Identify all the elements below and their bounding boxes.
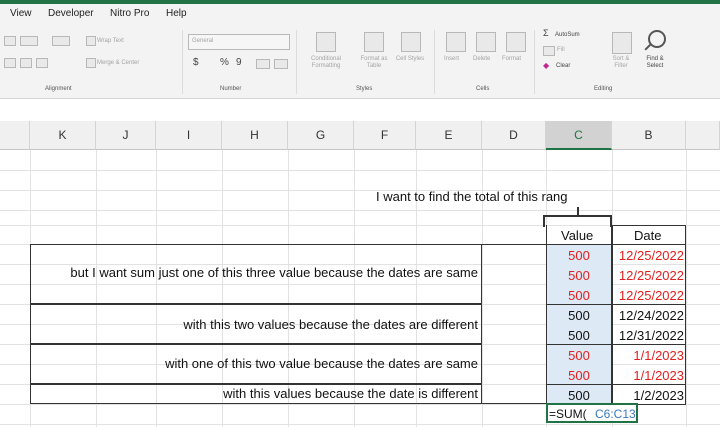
decrease-decimal-icon[interactable] bbox=[274, 59, 288, 69]
ribbon: Wrap Text Merge & Center Alignment Gener… bbox=[0, 26, 720, 99]
corner-cell[interactable] bbox=[0, 121, 30, 150]
ribbon-separator bbox=[434, 30, 435, 94]
format-as-table-icon[interactable] bbox=[364, 32, 384, 52]
column-header-b[interactable]: B bbox=[612, 121, 686, 150]
delete-cells-icon[interactable] bbox=[476, 32, 496, 52]
ribbon-separator bbox=[182, 30, 183, 94]
column-header-a[interactable] bbox=[686, 121, 720, 150]
menu-view[interactable]: View bbox=[10, 8, 32, 19]
indent-icon[interactable] bbox=[52, 36, 70, 46]
insert-button[interactable]: Insert bbox=[444, 56, 459, 63]
formula-area-gap bbox=[0, 99, 720, 121]
bracket-left-tick bbox=[543, 215, 545, 227]
group-number-label: Number bbox=[220, 86, 242, 92]
menu-nitro-pro[interactable]: Nitro Pro bbox=[110, 8, 149, 19]
clear-button[interactable]: Clear bbox=[556, 63, 570, 70]
ribbon-separator bbox=[534, 30, 535, 94]
find-select-icon-handle bbox=[644, 43, 652, 51]
group-cells-label: Cells bbox=[476, 86, 490, 92]
menu-developer[interactable]: Developer bbox=[48, 8, 94, 19]
find-select-button[interactable]: Find & Select bbox=[638, 56, 672, 70]
column-header-d[interactable]: D bbox=[482, 121, 546, 150]
column-header-j[interactable]: J bbox=[96, 121, 156, 150]
align-right-icon[interactable] bbox=[20, 58, 32, 68]
align-left-icon[interactable] bbox=[4, 36, 16, 46]
fill-button[interactable]: Fill bbox=[557, 47, 565, 54]
increase-decimal-icon[interactable] bbox=[256, 59, 270, 69]
ribbon-separator bbox=[296, 30, 297, 94]
explanation-text: with this values because the date is dif… bbox=[223, 386, 478, 401]
sort-filter-icon[interactable] bbox=[612, 32, 632, 54]
wrap-text-icon[interactable] bbox=[86, 36, 96, 46]
group-alignment-label: Alignment bbox=[45, 86, 72, 92]
range-note-text: I want to find the total of this rang bbox=[376, 189, 568, 204]
explanation-text: with one of this two value because the d… bbox=[165, 356, 478, 371]
clear-icon[interactable]: ◆ bbox=[543, 62, 549, 70]
column-header-k[interactable]: K bbox=[30, 121, 96, 150]
group-styles-label: Styles bbox=[356, 86, 373, 92]
conditional-formatting-button[interactable]: Conditional Formatting bbox=[302, 56, 350, 70]
currency-button[interactable]: $ bbox=[193, 58, 199, 68]
number-format-value: General bbox=[192, 38, 214, 44]
sort-filter-button[interactable]: Sort & Filter bbox=[606, 56, 636, 70]
column-header-i[interactable]: I bbox=[156, 121, 222, 150]
bracket-bar bbox=[543, 215, 612, 217]
fill-icon[interactable] bbox=[543, 46, 555, 56]
justify-icon[interactable] bbox=[36, 58, 48, 68]
cell-styles-icon[interactable] bbox=[401, 32, 421, 52]
conditional-formatting-icon[interactable] bbox=[316, 32, 336, 52]
column-header-e[interactable]: E bbox=[416, 121, 482, 150]
merge-center-button[interactable]: Merge & Center bbox=[97, 60, 139, 67]
wrap-text-button[interactable]: Wrap Text bbox=[97, 38, 124, 45]
formula-prefix: =SUM( bbox=[549, 407, 587, 421]
autosum-button[interactable]: AutoSum bbox=[555, 32, 580, 39]
formula-cell[interactable]: =SUM( C6:C13 bbox=[546, 403, 638, 423]
column-header-g[interactable]: G bbox=[288, 121, 354, 150]
format-cells-icon[interactable] bbox=[506, 32, 526, 52]
explanation-text: but I want sum just one of this three va… bbox=[70, 265, 478, 280]
autosum-icon[interactable]: Σ bbox=[543, 29, 549, 38]
number-format-dropdown[interactable]: General bbox=[188, 34, 290, 50]
column-header-h[interactable]: H bbox=[222, 121, 288, 150]
group-editing-label: Editing bbox=[594, 86, 613, 92]
cell-styles-button[interactable]: Cell Styles bbox=[395, 56, 425, 63]
menu-bar: View Developer Nitro Pro Help bbox=[0, 4, 720, 26]
comma-button[interactable]: 9 bbox=[236, 58, 242, 68]
explanation-text: with this two values because the dates a… bbox=[183, 317, 478, 332]
column-header-c[interactable]: C bbox=[546, 121, 612, 150]
format-button[interactable]: Format bbox=[502, 56, 521, 63]
format-as-table-button[interactable]: Format as Table bbox=[354, 56, 394, 70]
menu-help[interactable]: Help bbox=[166, 8, 187, 19]
insert-cells-icon[interactable] bbox=[446, 32, 466, 52]
delete-button[interactable]: Delete bbox=[473, 56, 490, 63]
percent-button[interactable]: % bbox=[220, 58, 229, 68]
align-center-icon[interactable] bbox=[4, 58, 16, 68]
column-header-f[interactable]: F bbox=[354, 121, 416, 150]
formula-range: C6:C13 bbox=[595, 407, 636, 421]
merge-center-icon[interactable] bbox=[86, 58, 96, 68]
orientation-icon[interactable] bbox=[20, 36, 38, 46]
